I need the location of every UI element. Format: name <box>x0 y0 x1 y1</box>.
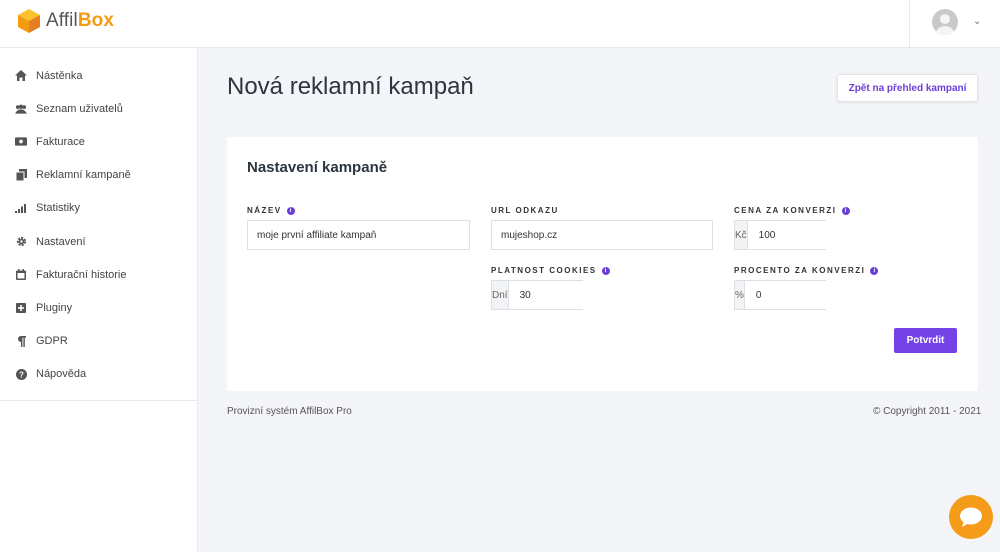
pilcrow-icon <box>15 335 27 347</box>
info-icon[interactable]: i <box>601 266 610 275</box>
sidebar-item-historie[interactable]: Fakturační historie <box>0 258 197 291</box>
copy-icon <box>15 169 27 182</box>
sidebar-item-napoveda[interactable]: ? Nápověda <box>0 358 197 391</box>
days-addon: Dní <box>492 281 509 309</box>
chat-button[interactable] <box>949 495 993 539</box>
back-to-campaigns-button[interactable]: Zpět na přehled kampaní <box>837 74 978 102</box>
sidebar-item-label: Statistiky <box>36 202 81 215</box>
money-icon <box>15 136 27 148</box>
sidebar-item-label: Fakturační historie <box>36 268 127 281</box>
footer-copyright: © Copyright 2011 - 2021 <box>873 406 982 417</box>
name-label-text: NÁZEV <box>247 206 282 215</box>
logo-box: Box <box>77 10 115 31</box>
users-icon <box>15 103 27 115</box>
cookies-label-text: PLATNOST COOKIES <box>491 266 597 275</box>
chevron-down-icon[interactable]: ⌄ <box>973 16 981 27</box>
url-input[interactable] <box>491 220 713 250</box>
page-title: Nová reklamní kampaň <box>227 73 474 100</box>
sidebar-item-label: GDPR <box>36 335 68 348</box>
logo-text: AffilBox <box>46 10 114 32</box>
info-icon[interactable]: i <box>286 206 295 215</box>
price-label: CENA ZA KONVERZI i <box>734 206 850 215</box>
card-title: Nastavení kampaně <box>247 159 388 176</box>
sidebar-item-label: Nápověda <box>36 368 87 381</box>
percent-label: PROCENTO ZA KONVERZI i <box>734 266 879 275</box>
percent-label-text: PROCENTO ZA KONVERZI <box>734 266 866 275</box>
question-circle-icon: ? <box>15 368 27 380</box>
logo[interactable]: AffilBox <box>16 8 114 34</box>
top-bar: AffilBox ⌄ <box>0 0 1000 48</box>
sidebar-item-uzivatele[interactable]: Seznam uživatelů <box>0 92 197 125</box>
sidebar-item-pluginy[interactable]: Pluginy <box>0 291 197 324</box>
plus-square-icon <box>15 302 27 314</box>
url-label-text: URL ODKAZU <box>491 206 559 215</box>
calendar-icon <box>15 269 27 281</box>
currency-addon: Kč <box>735 221 748 249</box>
sidebar-item-label: Nastavení <box>36 235 86 248</box>
url-label: URL ODKAZU <box>491 206 559 215</box>
cookies-input-group: Dní <box>491 280 652 310</box>
sidebar-item-label: Fakturace <box>36 135 85 148</box>
cookies-label: PLATNOST COOKIES i <box>491 266 610 275</box>
sidebar-item-label: Pluginy <box>36 301 73 314</box>
sidebar-divider <box>0 400 198 401</box>
sidebar-item-label: Seznam uživatelů <box>36 102 123 115</box>
signal-icon <box>15 202 27 214</box>
name-label: NÁZEV i <box>247 206 295 215</box>
gear-icon <box>15 236 27 248</box>
sidebar-item-kampane[interactable]: Reklamní kampaně <box>0 159 197 192</box>
home-icon <box>15 70 27 82</box>
price-input-group: Kč <box>734 220 891 250</box>
confirm-button[interactable]: Potvrdit <box>894 328 957 353</box>
percent-input[interactable] <box>744 281 888 309</box>
chat-bubble-icon <box>960 507 982 527</box>
sidebar-item-fakturace[interactable]: Fakturace <box>0 125 197 158</box>
percent-addon: % <box>735 281 745 309</box>
campaign-settings-card: Nastavení kampaně NÁZEV i URL ODKAZU CENA… <box>227 137 978 391</box>
info-icon[interactable]: i <box>841 206 850 215</box>
sidebar-item-nastenka[interactable]: Nástěnka <box>0 59 197 92</box>
price-label-text: CENA ZA KONVERZI <box>734 206 837 215</box>
percent-input-group: % <box>734 280 888 310</box>
logo-affil: Affil <box>46 10 78 31</box>
sidebar-item-statistiky[interactable]: Statistiky <box>0 192 197 225</box>
svg-text:?: ? <box>19 370 24 379</box>
sidebar: Nástěnka Seznam uživatelů Fakturace Rekl… <box>0 48 198 552</box>
price-input[interactable] <box>747 221 891 249</box>
sidebar-item-label: Reklamní kampaně <box>36 169 131 182</box>
cookies-input[interactable] <box>508 281 652 309</box>
footer-system-name: Provizní systém AffilBox Pro <box>227 406 352 417</box>
sidebar-item-gdpr[interactable]: GDPR <box>0 325 197 358</box>
info-icon[interactable]: i <box>870 266 879 275</box>
cube-logo-icon <box>18 9 40 33</box>
user-menu[interactable]: ⌄ <box>909 0 1000 48</box>
sidebar-item-label: Nástěnka <box>36 69 83 82</box>
campaign-name-input[interactable] <box>247 220 470 250</box>
sidebar-item-nastaveni[interactable]: Nastavení <box>0 225 197 258</box>
user-avatar-icon[interactable] <box>932 9 958 35</box>
